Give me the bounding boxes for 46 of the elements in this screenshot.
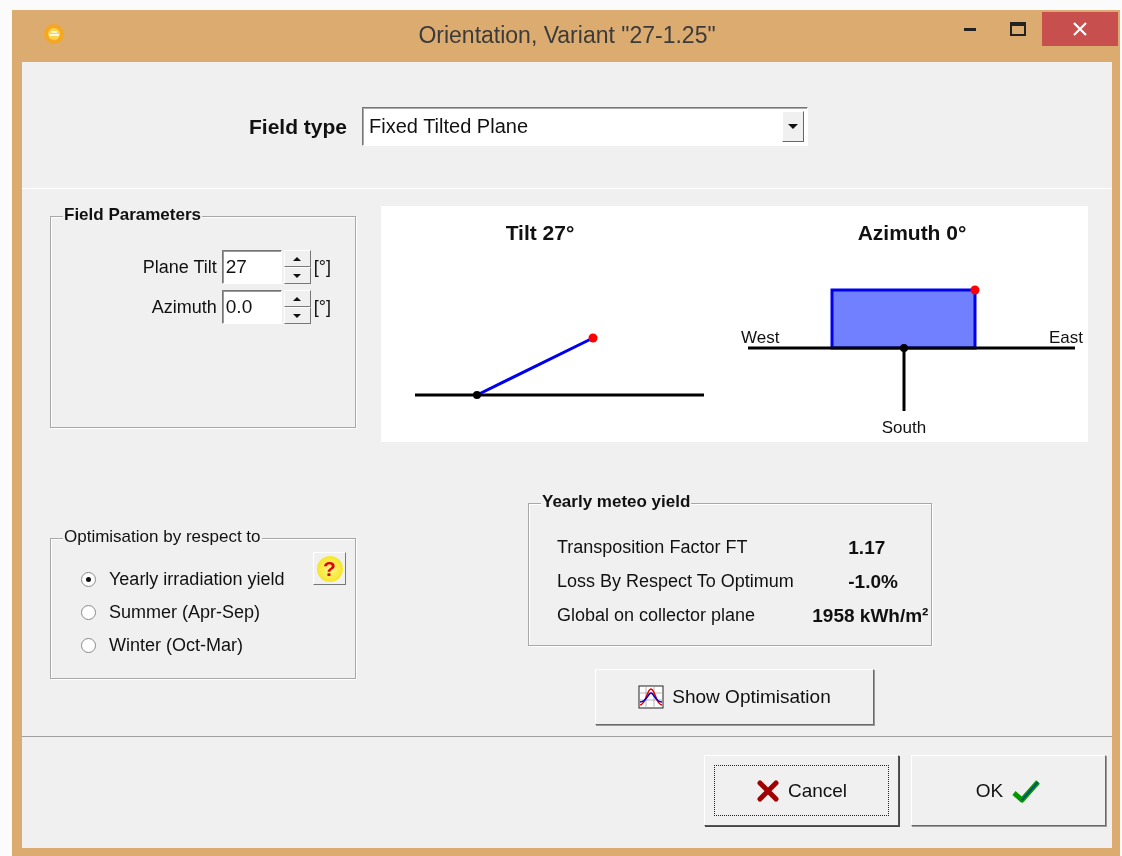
direction-label: South xyxy=(881,418,927,437)
dropdown-arrow-button[interactable] xyxy=(782,111,805,142)
radio-option[interactable]: Winter (Oct-Mar) xyxy=(81,635,355,656)
number-field[interactable]: 27 xyxy=(221,250,282,284)
radio-option[interactable]: Summer (Apr-Sep) xyxy=(81,602,355,623)
show-optimisation-button[interactable]: Show Optimisation xyxy=(595,669,874,725)
diagram-title: Tilt 27° xyxy=(505,221,575,244)
diagram-title: Azimuth 0° xyxy=(857,221,967,244)
field-label: Azimuth xyxy=(151,296,217,318)
yield-label: Global on collector plane xyxy=(557,605,757,627)
spin-down-button[interactable] xyxy=(283,267,311,284)
option-label: Summer (Apr-Sep) xyxy=(109,602,261,623)
number-field[interactable]: 0.0 xyxy=(221,290,282,324)
spin-up-button[interactable] xyxy=(283,290,311,307)
app-icon xyxy=(43,23,65,45)
close-icon xyxy=(1073,22,1087,36)
maximize-icon xyxy=(1010,22,1026,36)
field-type-label: Field type xyxy=(249,114,348,139)
yield-value: 1.17 xyxy=(847,537,887,559)
cancel-button[interactable]: Cancel xyxy=(704,755,899,826)
minimize-icon xyxy=(964,27,976,31)
unit-label: [°] xyxy=(313,296,331,318)
radio-button[interactable] xyxy=(81,572,96,587)
unit-label: [°] xyxy=(313,256,331,278)
chart-icon xyxy=(638,685,665,709)
field-type-dropdown[interactable]: Fixed Tilted Plane xyxy=(362,107,809,146)
yield-label: Loss By Respect To Optimum xyxy=(557,571,795,593)
radio-button[interactable] xyxy=(81,605,96,620)
option-label: Winter (Oct-Mar) xyxy=(109,635,243,656)
window-title: Orientation, Variant "27-1.25" xyxy=(418,22,716,48)
yield-value: 1958 kWh/m² xyxy=(812,605,930,627)
direction-label: West xyxy=(741,328,780,347)
yield-value: -1.0% xyxy=(847,571,899,593)
help-button[interactable]: ? xyxy=(313,552,346,585)
option-label: Yearly irradiation yield xyxy=(109,569,285,590)
group-title: Optimisation by respect to xyxy=(63,527,262,547)
spin-up-button[interactable] xyxy=(283,250,311,267)
direction-label: East xyxy=(1048,328,1083,347)
ok-button[interactable]: OK xyxy=(911,755,1106,826)
group-title: Yearly meteo yield xyxy=(541,492,692,512)
yield-label: Transposition Factor FT xyxy=(557,537,749,559)
cross-icon xyxy=(755,778,780,803)
radio-button[interactable] xyxy=(81,638,96,653)
close-button[interactable] xyxy=(1042,12,1118,46)
field-label: Plane Tilt xyxy=(142,256,217,278)
spin-down-button[interactable] xyxy=(283,307,311,324)
